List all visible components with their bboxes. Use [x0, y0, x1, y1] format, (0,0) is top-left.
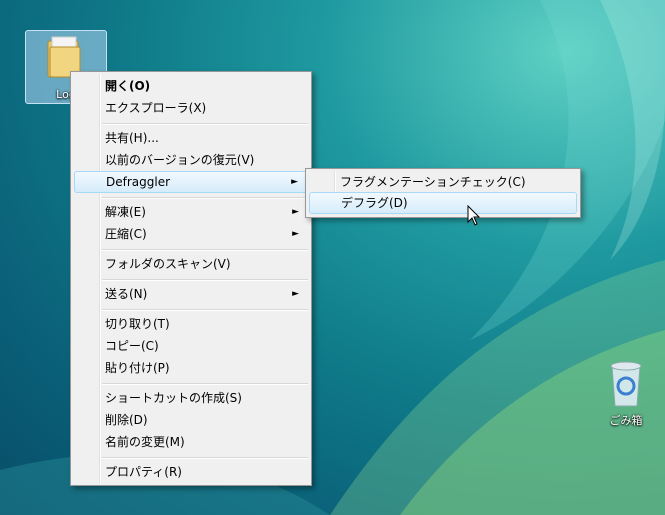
defraggler-submenu: フラグメンテーションチェック(C) デフラグ(D)	[305, 168, 581, 218]
menu-item-send-to[interactable]: 送る(N) ►	[74, 283, 308, 305]
menu-item-restore-previous-versions[interactable]: 以前のバージョンの復元(V)	[74, 149, 308, 171]
menu-separator	[102, 309, 308, 311]
submenu-item-fragmentation-check[interactable]: フラグメンテーションチェック(C)	[309, 171, 577, 193]
recycle-bin-icon	[610, 361, 642, 407]
menu-item-compress[interactable]: 圧縮(C) ►	[74, 223, 308, 245]
submenu-arrow-icon: ►	[291, 177, 298, 187]
submenu-item-defrag[interactable]: デフラグ(D)	[309, 192, 577, 214]
menu-item-open[interactable]: 開く(O)	[74, 75, 308, 97]
submenu-arrow-icon: ►	[292, 229, 299, 239]
menu-item-paste[interactable]: 貼り付け(P)	[74, 357, 308, 379]
menu-item-extract[interactable]: 解凍(E) ►	[74, 201, 308, 223]
menu-item-create-shortcut[interactable]: ショートカットの作成(S)	[74, 387, 308, 409]
menu-item-scan-folder[interactable]: フォルダのスキャン(V)	[74, 253, 308, 275]
menu-item-copy[interactable]: コピー(C)	[74, 335, 308, 357]
menu-separator	[102, 383, 308, 385]
menu-separator	[102, 457, 308, 459]
menu-separator	[102, 123, 308, 125]
menu-separator	[102, 249, 308, 251]
menu-separator	[102, 197, 308, 199]
menu-item-defraggler[interactable]: Defraggler ►	[74, 171, 308, 193]
menu-item-explorer[interactable]: エクスプローラ(X)	[74, 97, 308, 119]
mouse-cursor-icon	[467, 205, 481, 226]
recycle-bin[interactable]: ごみ箱	[598, 358, 654, 433]
submenu-arrow-icon: ►	[292, 289, 299, 299]
recycle-bin-label: ごみ箱	[609, 414, 643, 427]
menu-item-share[interactable]: 共有(H)...	[74, 127, 308, 149]
submenu-arrow-icon: ►	[292, 207, 299, 217]
menu-item-delete[interactable]: 削除(D)	[74, 409, 308, 431]
menu-item-cut[interactable]: 切り取り(T)	[74, 313, 308, 335]
menu-item-rename[interactable]: 名前の変更(M)	[74, 431, 308, 453]
context-menu: 開く(O) エクスプローラ(X) 共有(H)... 以前のバージョンの復元(V)…	[70, 71, 312, 486]
menu-separator	[102, 279, 308, 281]
menu-item-properties[interactable]: プロパティ(R)	[74, 461, 308, 483]
